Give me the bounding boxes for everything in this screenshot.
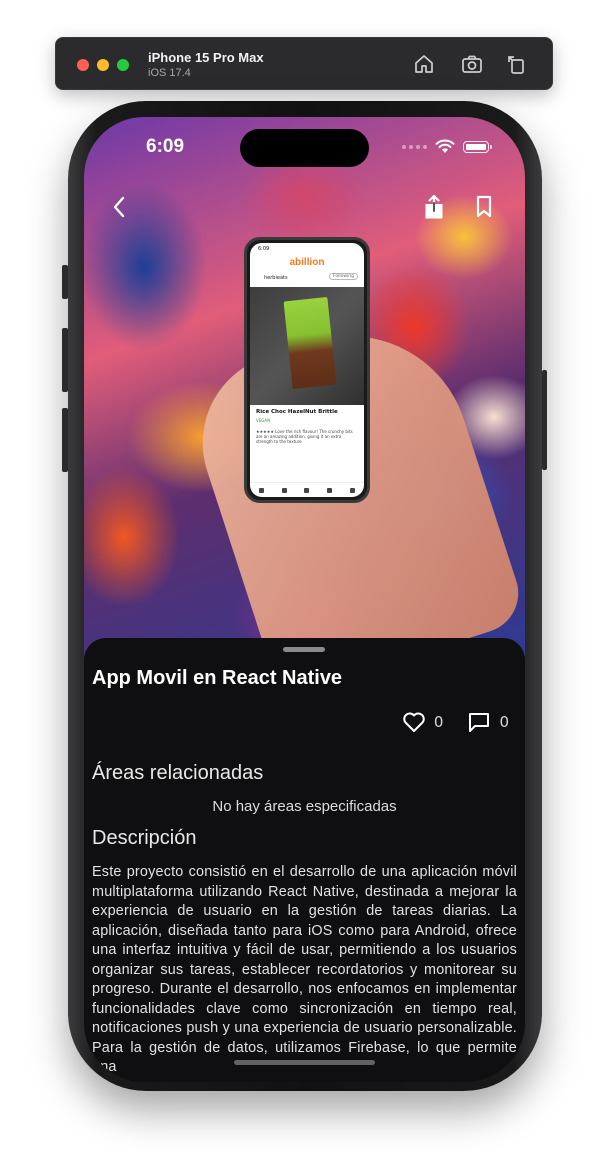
like-stat[interactable]: 0 — [402, 711, 444, 733]
minimize-window-button[interactable] — [97, 59, 109, 71]
wifi-icon — [435, 139, 455, 153]
bookmark-button[interactable] — [471, 193, 497, 221]
device-screen: 6:09 abillion herbieats Following Rice C… — [84, 117, 525, 1082]
mockup-follow-badge: Following — [328, 273, 358, 280]
project-cover-image: 6:09 abillion herbieats Following Rice C… — [84, 117, 525, 700]
comment-stat[interactable]: 0 — [467, 711, 509, 733]
description-heading: Descripción — [92, 827, 197, 849]
mockup-status-time: 6:09 — [258, 246, 270, 252]
home-indicator[interactable] — [234, 1060, 375, 1065]
action-button — [62, 265, 68, 299]
project-title: App Movil en React Native — [92, 667, 343, 689]
mockup-product-name: Rice Choc HazelNut Brittle — [256, 409, 338, 415]
project-description: Este proyecto consistió en el desarrollo… — [92, 864, 517, 1075]
heart-icon[interactable] — [402, 711, 426, 733]
comment-icon[interactable] — [467, 711, 491, 733]
home-button[interactable] — [412, 52, 436, 76]
status-indicators — [402, 139, 492, 154]
status-time: 6:09 — [146, 136, 185, 157]
device-name: iPhone 15 Pro Max — [148, 50, 264, 65]
mockup-vegan-tag: VEGAN — [256, 418, 271, 423]
mockup-logo: abillion — [289, 257, 325, 268]
os-version: iOS 17.4 — [148, 67, 191, 79]
sheet-drag-handle[interactable] — [283, 647, 325, 652]
like-count: 0 — [433, 713, 444, 731]
project-details-sheet[interactable]: App Movil en React Native 0 0 Áreas rela… — [84, 638, 525, 1082]
comment-count: 0 — [499, 713, 509, 731]
rotate-icon — [508, 56, 524, 74]
areas-empty-message: No hay áreas especificadas — [212, 798, 397, 815]
volume-down-button — [62, 408, 68, 472]
mockup-chocolate-bar — [283, 296, 337, 390]
close-window-button[interactable] — [77, 59, 89, 71]
home-icon — [415, 55, 433, 73]
volume-up-button — [62, 328, 68, 392]
mockup-username: herbieats — [264, 275, 288, 281]
zoom-window-button[interactable] — [117, 59, 129, 71]
chevron-left-icon — [113, 196, 125, 218]
app-mockup-phone: 6:09 abillion herbieats Following Rice C… — [244, 237, 370, 503]
back-button[interactable] — [106, 193, 132, 221]
rotate-button[interactable] — [505, 52, 529, 76]
screenshot-icon — [462, 55, 482, 73]
share-icon — [425, 194, 443, 219]
battery-icon — [463, 140, 492, 153]
screenshot-button[interactable] — [460, 52, 484, 76]
mockup-review-text: ★★★★★ Love the rich flavour! The crunchy… — [256, 429, 353, 444]
mockup-tab-bar — [250, 482, 364, 497]
power-button — [542, 370, 547, 470]
simulator-title-bar: iPhone 15 Pro Max iOS 17.4 — [55, 37, 553, 90]
signal-icon — [402, 144, 427, 149]
bookmark-icon — [476, 195, 492, 218]
project-stats: 0 0 — [402, 711, 509, 733]
areas-heading: Áreas relacionadas — [92, 762, 264, 784]
share-button[interactable] — [421, 193, 447, 221]
dynamic-island — [240, 129, 369, 167]
